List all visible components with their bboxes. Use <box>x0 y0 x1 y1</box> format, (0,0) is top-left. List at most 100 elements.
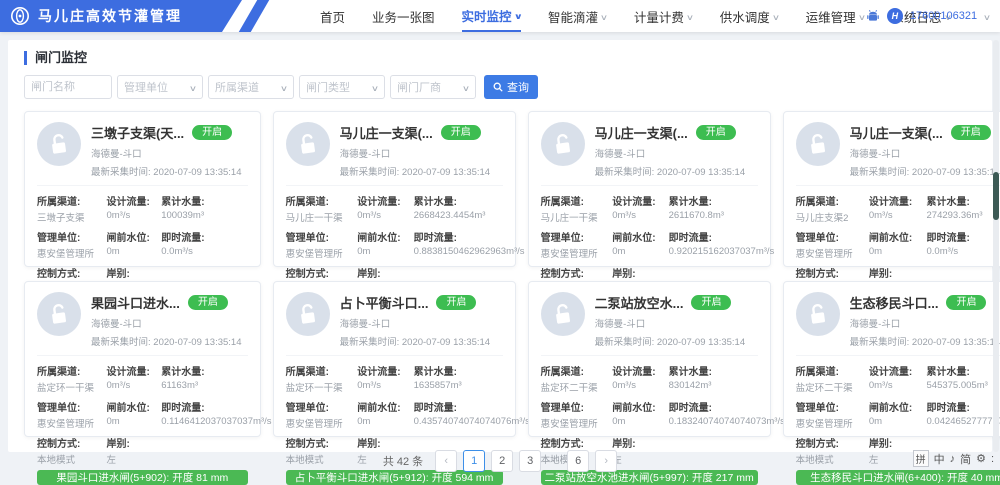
nav-item-label: 业务一张图 <box>372 7 435 26</box>
field-value: 0m³/s <box>612 380 668 391</box>
unlock-icon <box>286 292 330 336</box>
latest-time-label: 最新采集时间: <box>340 167 402 178</box>
field-value: 左 <box>106 452 161 466</box>
field-label: 闸前水位: <box>869 399 927 414</box>
ime-settings-gear-icon[interactable]: ⚙ <box>976 452 986 465</box>
ime-lang-icon[interactable]: 中 <box>934 451 945 467</box>
ime-mode-icon[interactable]: 拼 <box>913 450 929 467</box>
field-mgmt-unit: 管理单位:惠安堡管理所 <box>796 399 869 430</box>
field-total-water: 累计水量:830142m³ <box>669 363 758 394</box>
latest-time-label: 最新采集时间: <box>595 167 657 178</box>
gate-opening-button[interactable]: 占卜平衡斗口进水闸(5+912): 开度 594 mm <box>286 470 503 485</box>
gate-title: 二泵站放空水... <box>595 293 684 312</box>
field-label: 岸别: <box>357 435 413 450</box>
field-value: 盐定环二干渠 <box>541 380 613 394</box>
field-label: 累计水量: <box>669 193 758 208</box>
nav-item-4[interactable]: 智能滴灌∨ <box>548 0 607 32</box>
app-title: 马儿庄高效节灌管理 <box>38 6 182 26</box>
logo-accent-stripe <box>239 0 269 32</box>
nav-item-7[interactable]: 运维管理∨ <box>806 0 865 32</box>
scrollbar-thumb[interactable] <box>993 172 999 220</box>
ime-tone-icon[interactable]: ♪ <box>950 453 956 465</box>
field-total-water: 累计水量:2611670.8m³ <box>669 193 758 224</box>
field-label: 闸前水位: <box>106 229 161 244</box>
ime-simplified-icon[interactable]: 简 <box>960 451 971 467</box>
nav-item-6[interactable]: 供水调度∨ <box>720 0 779 32</box>
user-avatar[interactable]: H <box>887 8 903 24</box>
ime-more-icon[interactable]: : <box>991 453 994 465</box>
gate-opening-button[interactable]: 果园斗口进水闸(5+902): 开度 81 mm <box>37 470 248 485</box>
latest-time-row: 最新采集时间: 2020-07-09 13:35:14 <box>850 334 1000 348</box>
latest-time-label: 最新采集时间: <box>595 337 657 348</box>
card-header-text: 马儿庄一支渠(... 开启 海德曼-斗口 最新采集时间: 2020-07-09 … <box>340 122 491 178</box>
field-empty <box>669 435 758 466</box>
gate-card: 生态移民斗口... 开启 海德曼-斗口 最新采集时间: 2020-07-09 1… <box>783 281 1000 437</box>
gate-vendor-select[interactable]: 闸门厂商 ∨ <box>390 75 476 99</box>
field-design-flow: 设计流量:0m³/s <box>869 363 927 394</box>
field-value: 61163m³ <box>161 380 247 391</box>
field-label: 即时流量: <box>161 229 247 244</box>
chevron-down-icon: ∨ <box>858 13 866 22</box>
field-mgmt-unit: 管理单位:惠安堡管理所 <box>37 229 106 260</box>
field-instant-flow: 即时流量:0.43574074074074076m³/s <box>414 399 503 430</box>
field-total-water: 累计水量:100039m³ <box>161 193 247 224</box>
field-label: 即时流量: <box>669 229 758 244</box>
nav-item-label: 供水调度 <box>720 7 770 26</box>
card-header: 三墩子支渠(天... 开启 海德曼-斗口 最新采集时间: 2020-07-09 … <box>37 122 248 178</box>
field-label: 所属渠道: <box>541 193 613 208</box>
gate-title: 三墩子支渠(天... <box>91 123 184 142</box>
page-ellipsis[interactable]: ··· <box>547 455 561 467</box>
gate-card: 二泵站放空水... 开启 海德曼-斗口 最新采集时间: 2020-07-09 1… <box>528 281 771 437</box>
nav-item-2[interactable]: 业务一张图 <box>372 0 435 32</box>
nav-item-5[interactable]: 计量计费∨ <box>634 0 693 32</box>
field-value: 马儿庄一干渠 <box>541 210 613 224</box>
field-channel: 所属渠道:马儿庄一干渠 <box>286 193 358 224</box>
field-instant-flow: 即时流量:0.1146412037037037m³/s <box>161 399 247 430</box>
card-fields: 所属渠道:盐定环一干渠 设计流量:0m³/s 累计水量:61163m³ 管理单位… <box>37 355 248 466</box>
search-button[interactable]: 查询 <box>484 75 538 99</box>
chevron-down-icon: ∨ <box>189 84 197 93</box>
user-phone[interactable]: 17600106321 <box>910 10 977 22</box>
field-label: 控制方式: <box>796 265 869 280</box>
scrollbar-track[interactable] <box>993 40 999 452</box>
mgmt-unit-select[interactable]: 管理单位 ∨ <box>117 75 203 99</box>
field-value: 惠安堡管理所 <box>286 416 358 430</box>
unlock-icon <box>37 122 81 166</box>
field-instant-flow: 即时流量:0.18324074074074073m³/s <box>669 399 758 430</box>
channel-select[interactable]: 所属渠道 ∨ <box>208 75 294 99</box>
nav-item-1[interactable]: 首页 <box>320 0 345 32</box>
field-value: 0m <box>612 246 668 257</box>
select-placeholder: 闸门厂商 <box>397 79 441 95</box>
latest-time-value: 2020-07-09 13:35:14 <box>657 337 745 348</box>
gate-opening-button[interactable]: 生态移民斗口进水闸(6+400): 开度 40 mm <box>796 470 1000 485</box>
gate-subtitle: 海德曼-斗口 <box>340 146 491 160</box>
field-empty <box>414 435 503 466</box>
field-gate-level: 闸前水位:0m <box>357 399 413 430</box>
gate-card: 果园斗口进水... 开启 海德曼-斗口 最新采集时间: 2020-07-09 1… <box>24 281 261 437</box>
gate-card: 马儿庄一支渠(... 开启 海德曼-斗口 最新采集时间: 2020-07-09 … <box>783 111 1000 267</box>
nav-item-3[interactable]: 实时监控∨ <box>462 0 522 32</box>
gate-name-input[interactable] <box>24 75 112 99</box>
field-channel: 所属渠道: 马儿庄一干渠 <box>541 193 613 224</box>
card-fields: 所属渠道:马儿庄一干渠 设计流量:0m³/s 累计水量:2611670.8m³ … <box>541 185 758 296</box>
gate-card: 马儿庄一支渠(... 开启 海德曼-斗口 最新采集时间: 2020-07-09 … <box>528 111 771 267</box>
select-placeholder: 管理单位 <box>124 79 168 95</box>
field-gate-level: 闸前水位:0m <box>612 399 668 430</box>
field-control-mode: 控制方式:本地模式 <box>286 435 358 466</box>
field-label: 闸前水位: <box>612 399 668 414</box>
chevron-down-icon[interactable]: ∨ <box>983 13 991 22</box>
gate-opening-button[interactable]: 二泵站放空水池进水闸(5+997): 开度 217 mm <box>541 470 758 485</box>
field-gate-level: 闸前水位:0m <box>612 229 668 260</box>
gate-type-select[interactable]: 闸门类型 ∨ <box>299 75 385 99</box>
field-label: 管理单位: <box>286 229 358 244</box>
field-value: 0.0m³/s <box>161 246 247 257</box>
gate-title: 马儿庄一支渠(... <box>595 123 688 142</box>
field-label: 所属渠道: <box>286 363 358 378</box>
gate-title: 马儿庄一支渠(... <box>340 123 433 142</box>
android-icon[interactable] <box>866 9 880 23</box>
field-value: 0m <box>106 246 161 257</box>
field-value: 惠安堡管理所 <box>796 416 869 430</box>
field-value: 0.1146412037037037m³/s <box>161 416 247 427</box>
gate-card: 占卜平衡斗口... 开启 海德曼-斗口 最新采集时间: 2020-07-09 1… <box>273 281 516 437</box>
status-badge: 开启 <box>946 295 986 310</box>
